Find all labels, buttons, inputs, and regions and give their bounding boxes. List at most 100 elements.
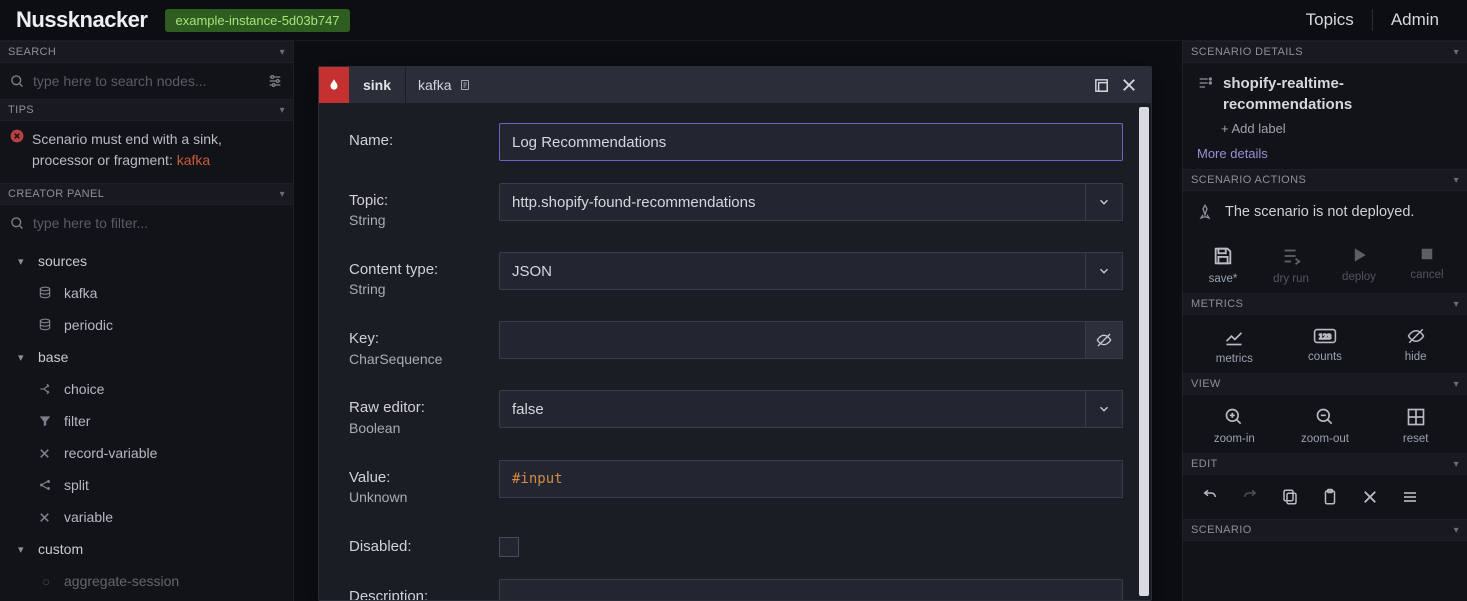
metrics-header[interactable]: METRICS ▾ — [1183, 293, 1467, 315]
copy-button[interactable] — [1275, 485, 1305, 509]
panel-header-label: SCENARIO — [1191, 524, 1252, 536]
tree-item-record-variable[interactable]: record-variable — [0, 437, 293, 469]
creator-filter-input[interactable] — [33, 215, 283, 231]
action-label: hide — [1405, 351, 1427, 363]
tree-group-label: sources — [38, 253, 87, 269]
tree-item-periodic[interactable]: periodic — [0, 309, 293, 341]
tree-item-label: filter — [64, 413, 90, 429]
key-input[interactable] — [499, 321, 1086, 359]
key-toggle-button[interactable] — [1085, 321, 1123, 359]
panel-header-label: SCENARIO ACTIONS — [1191, 174, 1306, 186]
description-input[interactable] — [499, 579, 1123, 600]
disabled-checkbox[interactable] — [499, 537, 519, 557]
save-action[interactable]: save* — [1189, 239, 1257, 291]
tree-item-kafka[interactable]: kafka — [0, 277, 293, 309]
instance-chip: example-instance-5d03b747 — [165, 9, 349, 32]
scenario-details-header[interactable]: SCENARIO DETAILS ▾ — [1183, 41, 1467, 63]
search-header[interactable]: SEARCH ▾ — [0, 41, 293, 63]
caret-down-icon: ▾ — [280, 189, 285, 200]
caret-down-icon: ▾ — [1454, 459, 1459, 470]
zoom-out-icon — [1315, 407, 1335, 427]
left-panel: SEARCH ▾ TIPS ▾ Scenario must end with a… — [0, 41, 294, 601]
more-details-link[interactable]: More details — [1183, 144, 1467, 169]
tree-item-choice[interactable]: choice — [0, 373, 293, 405]
topic-input[interactable] — [499, 183, 1086, 221]
search-icon — [10, 74, 25, 89]
caret-down-icon: ▾ — [1454, 47, 1459, 58]
save-icon — [1212, 245, 1234, 267]
grid-icon — [1406, 407, 1426, 427]
action-label: dry run — [1273, 273, 1309, 285]
raw-editor-input[interactable] — [499, 390, 1086, 428]
cancel-action[interactable]: cancel — [1393, 239, 1461, 291]
scenario-name-row: shopify-realtime-recommendations — [1183, 63, 1467, 119]
scenario-actions-header[interactable]: SCENARIO ACTIONS ▾ — [1183, 169, 1467, 191]
tree-item-filter[interactable]: filter — [0, 405, 293, 437]
tree-item-label: periodic — [64, 317, 113, 333]
value-expression-input[interactable]: #input — [499, 460, 1123, 498]
panel-header-label: SCENARIO DETAILS — [1191, 46, 1303, 58]
tree-item-split[interactable]: split — [0, 469, 293, 501]
topic-dropdown-button[interactable] — [1085, 183, 1123, 221]
field-type-raw-editor: Boolean — [349, 419, 499, 438]
tips-body: Scenario must end with a sink, processor… — [0, 121, 293, 183]
node-search-input[interactable] — [33, 73, 259, 89]
close-button[interactable] — [1115, 71, 1143, 99]
tree-group-custom[interactable]: ▾ custom — [0, 533, 293, 565]
paste-button[interactable] — [1315, 485, 1345, 509]
deploy-action[interactable]: deploy — [1325, 239, 1393, 291]
tips-header-label: TIPS — [8, 104, 34, 116]
error-icon — [10, 129, 24, 171]
tips-keyword[interactable]: kafka — [177, 152, 210, 168]
metrics-action[interactable]: metrics — [1189, 321, 1280, 371]
content-type-input[interactable] — [499, 252, 1086, 290]
tree-item-variable[interactable]: variable — [0, 501, 293, 533]
modal-body: Name: Topic: String — [319, 103, 1151, 600]
breadcrumb-sink[interactable]: sink — [349, 67, 406, 103]
nav-admin[interactable]: Admin — [1373, 10, 1457, 30]
view-header[interactable]: VIEW ▾ — [1183, 373, 1467, 395]
reset-view-action[interactable]: reset — [1370, 401, 1461, 451]
modal-scrollbar[interactable] — [1139, 107, 1149, 596]
node-modal: sink kafka Name: — [318, 66, 1152, 601]
canvas-area[interactable]: sink kafka Name: — [294, 41, 1182, 601]
content-type-dropdown-button[interactable] — [1085, 252, 1123, 290]
tree-item-aggregate-session[interactable]: ○ aggregate-session — [0, 565, 293, 597]
caret-down-icon: ▾ — [280, 105, 285, 116]
raw-editor-dropdown-button[interactable] — [1085, 390, 1123, 428]
deploy-status: The scenario is not deployed. — [1183, 191, 1467, 233]
caret-down-icon: ▾ — [1454, 379, 1459, 390]
search-icon — [10, 216, 25, 231]
creator-panel-header[interactable]: CREATOR PANEL ▾ — [0, 183, 293, 205]
undo-button[interactable] — [1195, 485, 1225, 509]
tree-group-base[interactable]: ▾ base — [0, 341, 293, 373]
redo-button[interactable] — [1235, 485, 1265, 509]
sink-icon — [319, 67, 349, 103]
top-bar: Nussknacker example-instance-5d03b747 To… — [0, 0, 1467, 41]
tree-group-sources[interactable]: ▾ sources — [0, 245, 293, 277]
scenario-name[interactable]: shopify-realtime-recommendations — [1223, 73, 1453, 115]
menu-button[interactable] — [1395, 485, 1425, 509]
counts-action[interactable]: 123 counts — [1280, 321, 1371, 371]
caret-down-icon: ▾ — [1454, 525, 1459, 536]
maximize-button[interactable] — [1087, 71, 1115, 99]
doc-icon — [459, 78, 471, 92]
sliders-icon[interactable] — [267, 73, 283, 89]
scenario-icon — [1197, 73, 1213, 115]
name-input[interactable] — [499, 123, 1123, 161]
nav-topics[interactable]: Topics — [1288, 10, 1372, 30]
action-label: counts — [1308, 351, 1342, 363]
edit-header[interactable]: EDIT ▾ — [1183, 453, 1467, 475]
field-label-raw-editor: Raw editor: — [349, 399, 425, 416]
breadcrumb-kafka[interactable]: kafka — [406, 67, 483, 103]
field-label-topic: Topic: — [349, 192, 388, 209]
zoom-in-action[interactable]: zoom-in — [1189, 401, 1280, 451]
delete-button[interactable] — [1355, 485, 1385, 509]
tips-header[interactable]: TIPS ▾ — [0, 99, 293, 121]
zoom-out-action[interactable]: zoom-out — [1280, 401, 1371, 451]
scenario-header[interactable]: SCENARIO ▾ — [1183, 519, 1467, 541]
add-label-link[interactable]: + Add label — [1183, 119, 1467, 144]
dry-run-action[interactable]: dry run — [1257, 239, 1325, 291]
hide-action[interactable]: hide — [1370, 321, 1461, 371]
caret-down-icon: ▾ — [1454, 175, 1459, 186]
